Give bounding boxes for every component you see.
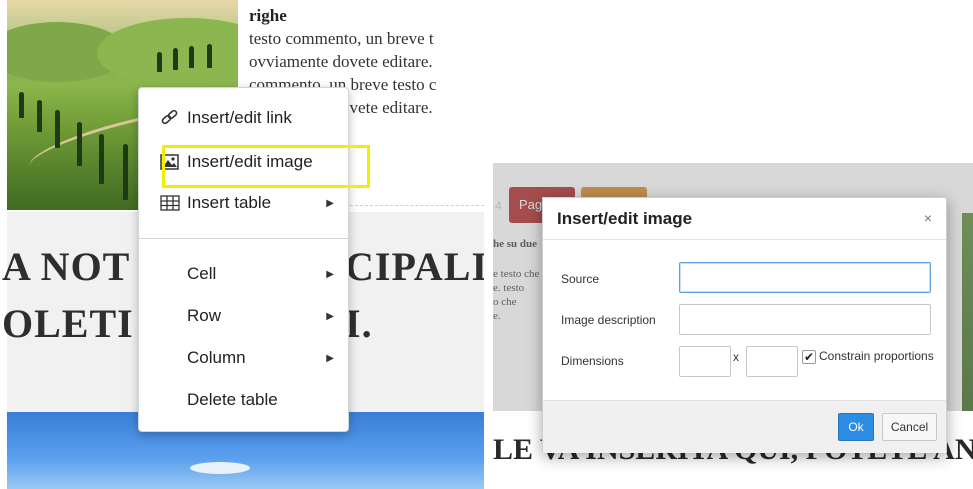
insert-edit-image-dialog: Insert/edit image × Source Image descrip… bbox=[542, 197, 947, 453]
menu-item-label: Insert/edit link bbox=[187, 108, 292, 127]
menu-item-column[interactable]: Column ▶ bbox=[139, 340, 348, 376]
cypress-tree bbox=[207, 44, 212, 68]
comment-line: testo commento, un breve t bbox=[249, 29, 434, 48]
dimensions-separator: x bbox=[733, 350, 739, 364]
highlight-annotation bbox=[162, 145, 370, 188]
cancel-button[interactable]: Cancel bbox=[882, 413, 937, 441]
cypress-tree bbox=[157, 52, 162, 72]
menu-item-insert-edit-link[interactable]: Insert/edit link bbox=[139, 100, 348, 136]
menu-item-label: Row bbox=[187, 306, 222, 325]
dimensions-label: Dimensions bbox=[561, 354, 624, 368]
editor-right-panel: 4 Pagi he su due e testo che e. testo o … bbox=[493, 163, 973, 489]
link-icon bbox=[159, 108, 181, 128]
dialog-title: Insert/edit image bbox=[557, 209, 693, 228]
image-description-label: Image description bbox=[561, 313, 656, 327]
cloud bbox=[190, 462, 250, 474]
submenu-arrow-icon: ▶ bbox=[326, 310, 334, 322]
image-description-input[interactable] bbox=[679, 304, 931, 335]
dialog-header: Insert/edit image × bbox=[543, 198, 946, 240]
menu-item-label: Column bbox=[187, 348, 246, 367]
menu-divider bbox=[139, 238, 348, 239]
menu-item-insert-table[interactable]: Insert table ▶ bbox=[139, 185, 348, 221]
dialog-footer: Ok Cancel bbox=[543, 400, 946, 453]
cypress-tree bbox=[173, 48, 178, 70]
main-heading-fragment: CIPALI bbox=[345, 244, 484, 289]
main-heading-fragment: I. bbox=[345, 301, 373, 346]
cypress-tree bbox=[77, 122, 82, 166]
source-label: Source bbox=[561, 272, 600, 286]
main-heading-fragment: A NOT bbox=[2, 244, 131, 289]
menu-item-delete-table[interactable]: Delete table bbox=[139, 382, 348, 418]
submenu-arrow-icon: ▶ bbox=[326, 268, 334, 280]
cypress-tree bbox=[123, 144, 128, 200]
cypress-tree bbox=[37, 100, 42, 132]
cypress-tree bbox=[55, 110, 60, 148]
main-heading-fragment: OLETI bbox=[2, 301, 134, 346]
menu-item-cell[interactable]: Cell ▶ bbox=[139, 256, 348, 292]
menu-item-label: Insert table bbox=[187, 193, 272, 212]
editor-left-panel: righe testo commento, un breve t ovviame… bbox=[0, 0, 484, 489]
menu-item-label: Cell bbox=[187, 264, 217, 283]
cypress-tree bbox=[189, 46, 194, 68]
source-input[interactable] bbox=[679, 262, 931, 293]
cypress-tree bbox=[99, 134, 104, 184]
menu-item-label: Delete table bbox=[187, 390, 278, 409]
submenu-arrow-icon: ▶ bbox=[326, 352, 334, 364]
constrain-proportions-label: Constrain proportions bbox=[819, 349, 934, 363]
menu-item-row[interactable]: Row ▶ bbox=[139, 298, 348, 334]
constrain-proportions-checkbox[interactable]: ✔ bbox=[802, 350, 816, 364]
context-menu: Insert/edit link Insert/edit image Inser… bbox=[138, 87, 349, 432]
width-input[interactable] bbox=[679, 346, 731, 377]
comment-title: righe bbox=[249, 6, 287, 25]
table-icon bbox=[159, 193, 181, 213]
comment-line: ovviamente dovete editare. bbox=[249, 52, 433, 71]
close-icon[interactable]: × bbox=[924, 210, 932, 226]
submenu-arrow-icon: ▶ bbox=[326, 197, 334, 209]
ok-button[interactable]: Ok bbox=[838, 413, 874, 441]
cypress-tree bbox=[19, 92, 24, 118]
height-input[interactable] bbox=[746, 346, 798, 377]
